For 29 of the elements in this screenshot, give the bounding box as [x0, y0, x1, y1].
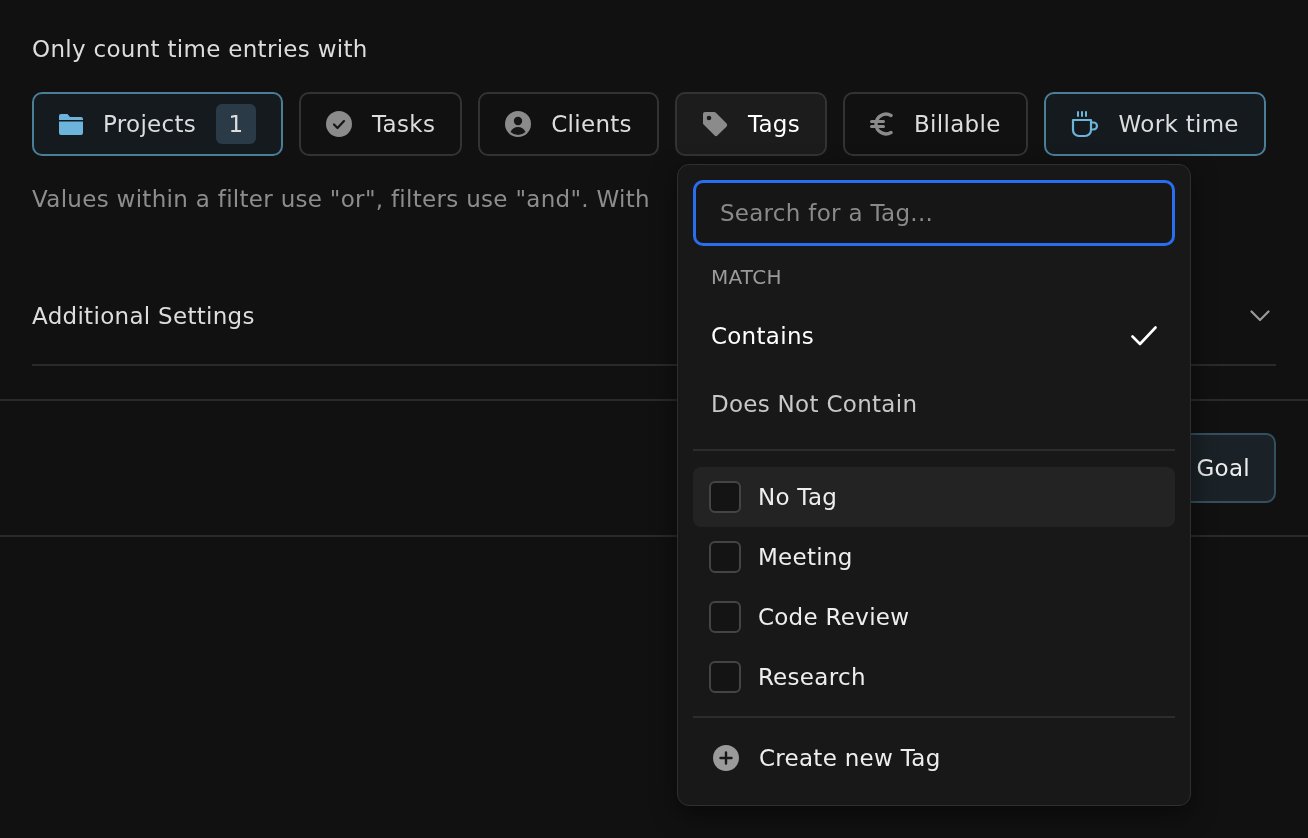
filter-chip[interactable]: Projects 1 [32, 92, 284, 156]
user-circle-icon [505, 111, 532, 137]
count-badge: 1 [216, 104, 257, 144]
plus-circle-icon [712, 745, 739, 771]
filter-hint: Values within a filter use "or", filters use "and". With [32, 185, 650, 214]
folder-icon [59, 113, 83, 135]
checkbox[interactable] [708, 481, 741, 513]
checkbox[interactable] [708, 541, 741, 573]
tag-option[interactable]: Code Review [692, 587, 1175, 647]
check-icon [1130, 326, 1157, 346]
create-tag-button[interactable]: Create new Tag [692, 726, 1175, 790]
checkbox[interactable] [708, 601, 741, 633]
tag-option[interactable]: Research [692, 647, 1175, 707]
filter-heading: Only count time entries with [32, 35, 368, 64]
tag-icon [701, 111, 728, 137]
filter-chip[interactable]: Work time [1043, 92, 1266, 156]
tag-option[interactable]: No Tag [692, 467, 1175, 527]
checkbox[interactable] [708, 661, 741, 693]
cup-icon [1070, 110, 1099, 138]
filter-chip[interactable]: Clients [478, 92, 659, 156]
match-label: MATCH [710, 265, 782, 289]
filter-chip[interactable]: Billable [843, 92, 1028, 156]
filter-chip[interactable]: Tasks [299, 92, 463, 156]
chevron-icon [1250, 310, 1270, 322]
check-circle-icon [326, 111, 353, 137]
search-field[interactable]: Search for a Tag... [692, 180, 1175, 246]
euro-icon [870, 111, 894, 137]
tag-option[interactable]: Meeting [692, 527, 1175, 587]
filter-chip[interactable]: Tags [674, 92, 827, 156]
